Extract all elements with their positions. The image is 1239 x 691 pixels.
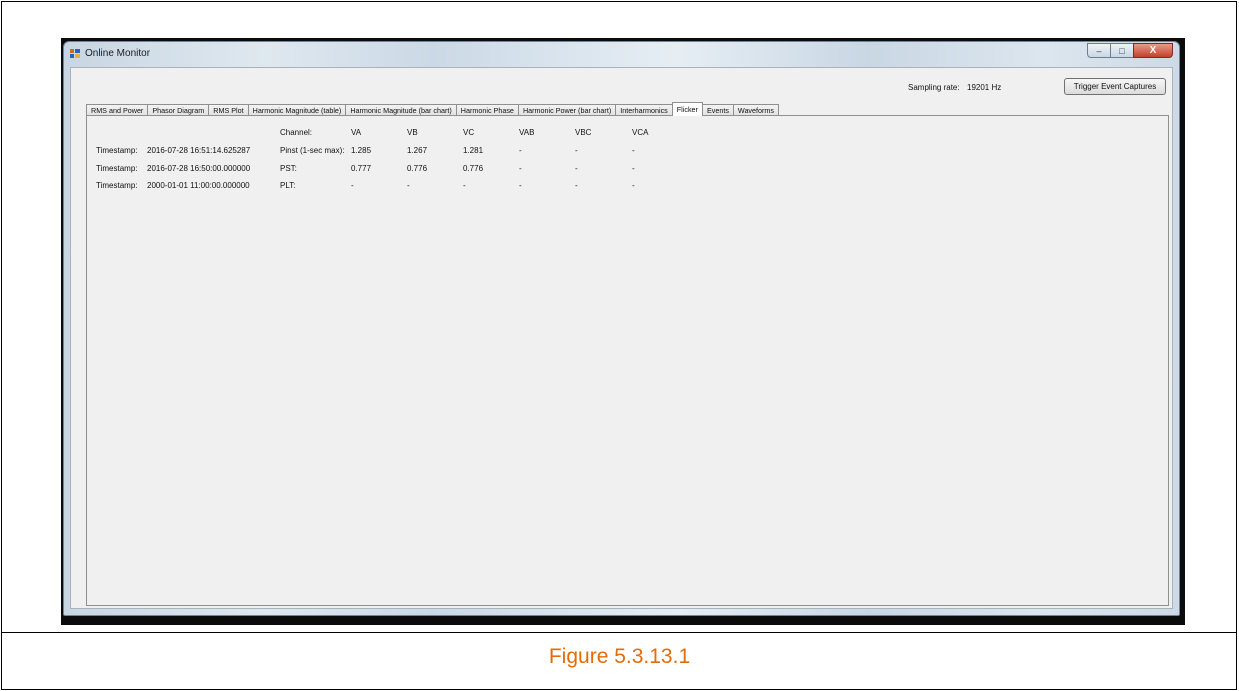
flicker-panel: Channel: VA VB VC VAB VBC VCA Timestamp:…	[86, 115, 1169, 606]
flicker-value: 0.776	[407, 164, 428, 173]
flicker-value: -	[519, 146, 522, 155]
minimize-button[interactable]: –	[1087, 43, 1111, 58]
timestamp-label: Timestamp:	[96, 146, 138, 155]
flicker-value: -	[575, 164, 578, 173]
close-icon: X	[1149, 45, 1157, 56]
column-header: VBC	[575, 128, 592, 137]
minimize-icon: –	[1096, 45, 1102, 56]
flicker-value: -	[632, 146, 635, 155]
timestamp-label: Timestamp:	[96, 164, 138, 173]
column-header: VC	[463, 128, 475, 137]
flicker-value: 1.285	[351, 146, 372, 155]
tab-flicker[interactable]: Flicker	[671, 102, 703, 116]
app-icon	[70, 49, 80, 58]
channel-label: Channel:	[280, 128, 313, 137]
tab-strip: RMS and Power Phasor Diagram RMS Plot Ha…	[86, 102, 779, 116]
flicker-value: 0.777	[351, 164, 372, 173]
timestamp-value: 2000-01-01 11:00:00.000000	[147, 181, 250, 190]
sampling-rate-label: Sampling rate:	[908, 83, 960, 92]
flicker-value: -	[575, 181, 578, 190]
document-divider	[1, 632, 1237, 633]
figure-caption: Figure 5.3.13.1	[548, 645, 691, 668]
online-monitor-window: Online Monitor – □ X Sampling rate: 1920…	[63, 41, 1180, 616]
maximize-button[interactable]: □	[1110, 43, 1134, 58]
flicker-value: -	[407, 181, 410, 190]
timestamp-value: 2016-07-28 16:50:00.000000	[147, 164, 251, 173]
flicker-value: 1.267	[407, 146, 428, 155]
flicker-value: -	[519, 164, 522, 173]
timestamp-label: Timestamp:	[96, 181, 138, 190]
trigger-event-captures-button[interactable]: Trigger Event Captures	[1064, 78, 1166, 95]
timestamp-value: 2016-07-28 16:51:14.625287	[147, 146, 251, 155]
flicker-value: -	[575, 146, 578, 155]
flicker-value: 1.281	[463, 146, 484, 155]
flicker-value: -	[463, 181, 466, 190]
flicker-value: 0.776	[463, 164, 484, 173]
title-bar[interactable]: Online Monitor – □ X	[64, 42, 1179, 64]
sampling-rate-value: 19201 Hz	[967, 83, 1002, 92]
flicker-value: -	[632, 164, 635, 173]
column-header: VAB	[519, 128, 535, 137]
window-title: Online Monitor	[85, 48, 151, 59]
window-controls: – □ X	[1087, 43, 1173, 59]
metric-label: PLT:	[280, 181, 296, 190]
metric-label: Pinst (1-sec max):	[280, 146, 345, 155]
metric-label: PST:	[280, 164, 297, 173]
column-header: VA	[351, 128, 362, 137]
flicker-value: -	[519, 181, 522, 190]
column-header: VB	[407, 128, 418, 137]
column-header: VCA	[632, 128, 649, 137]
close-button[interactable]: X	[1133, 43, 1173, 58]
flicker-value: -	[351, 181, 354, 190]
client-area: Sampling rate: 19201 Hz Trigger Event Ca…	[70, 67, 1173, 609]
maximize-icon: □	[1119, 45, 1125, 56]
flicker-value: -	[632, 181, 635, 190]
